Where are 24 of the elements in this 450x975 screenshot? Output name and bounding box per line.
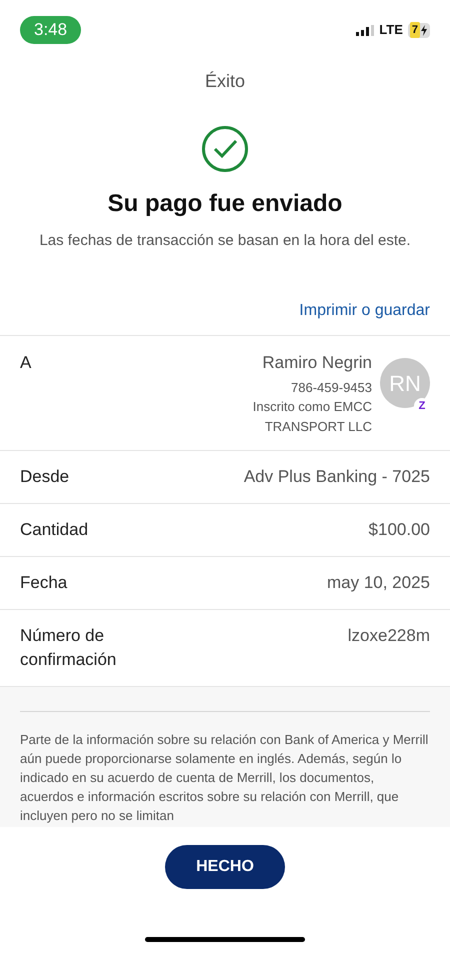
row-label: Desde: [20, 466, 70, 488]
success-heading: Su pago fue enviado: [106, 189, 344, 219]
row-label: Número de confirmación: [20, 625, 118, 671]
recipient-business: Inscrito como EMCC: [252, 398, 372, 416]
disclaimer-text: Parte de la información sobre su relación con Bank of America y Merrill aún puede proporcionarse solamente en inglés. Además, según lo indicado en su acuerdo de cuenta de Merrill, los documentos, acuerdos e información escritos sobre su relación con Merrill, que incluyen pero no se limitan: [20, 731, 430, 825]
row-label: Fecha: [20, 572, 68, 594]
row-value: Adv Plus Banking - 7025: [244, 466, 430, 488]
done-button[interactable]: HECHO: [165, 845, 285, 889]
row-label: Cantidad: [20, 519, 90, 541]
recipient-name: Ramiro Negrin: [262, 352, 372, 374]
check-circle-icon: [201, 125, 249, 173]
row-value: lzoxe228m: [348, 625, 430, 647]
row-value: $100.00: [368, 519, 430, 541]
recipient-phone: 786-459-9453: [291, 378, 372, 396]
print-link[interactable]: Imprimir o guardar: [299, 299, 430, 323]
row-value: may 10, 2025: [326, 572, 430, 594]
recipient-business: TRANSPORT LLC: [264, 418, 372, 436]
timezone-note: Las fechas de transacción se basan en la hora del este.: [38, 231, 412, 251]
status-time: 3:48: [20, 16, 82, 44]
battery-indicator: 7: [408, 22, 430, 38]
row-label: A: [20, 352, 32, 374]
page-title: Éxito: [204, 70, 246, 93]
network-label: LTE: [379, 21, 403, 40]
signal-icon: [356, 24, 374, 36]
